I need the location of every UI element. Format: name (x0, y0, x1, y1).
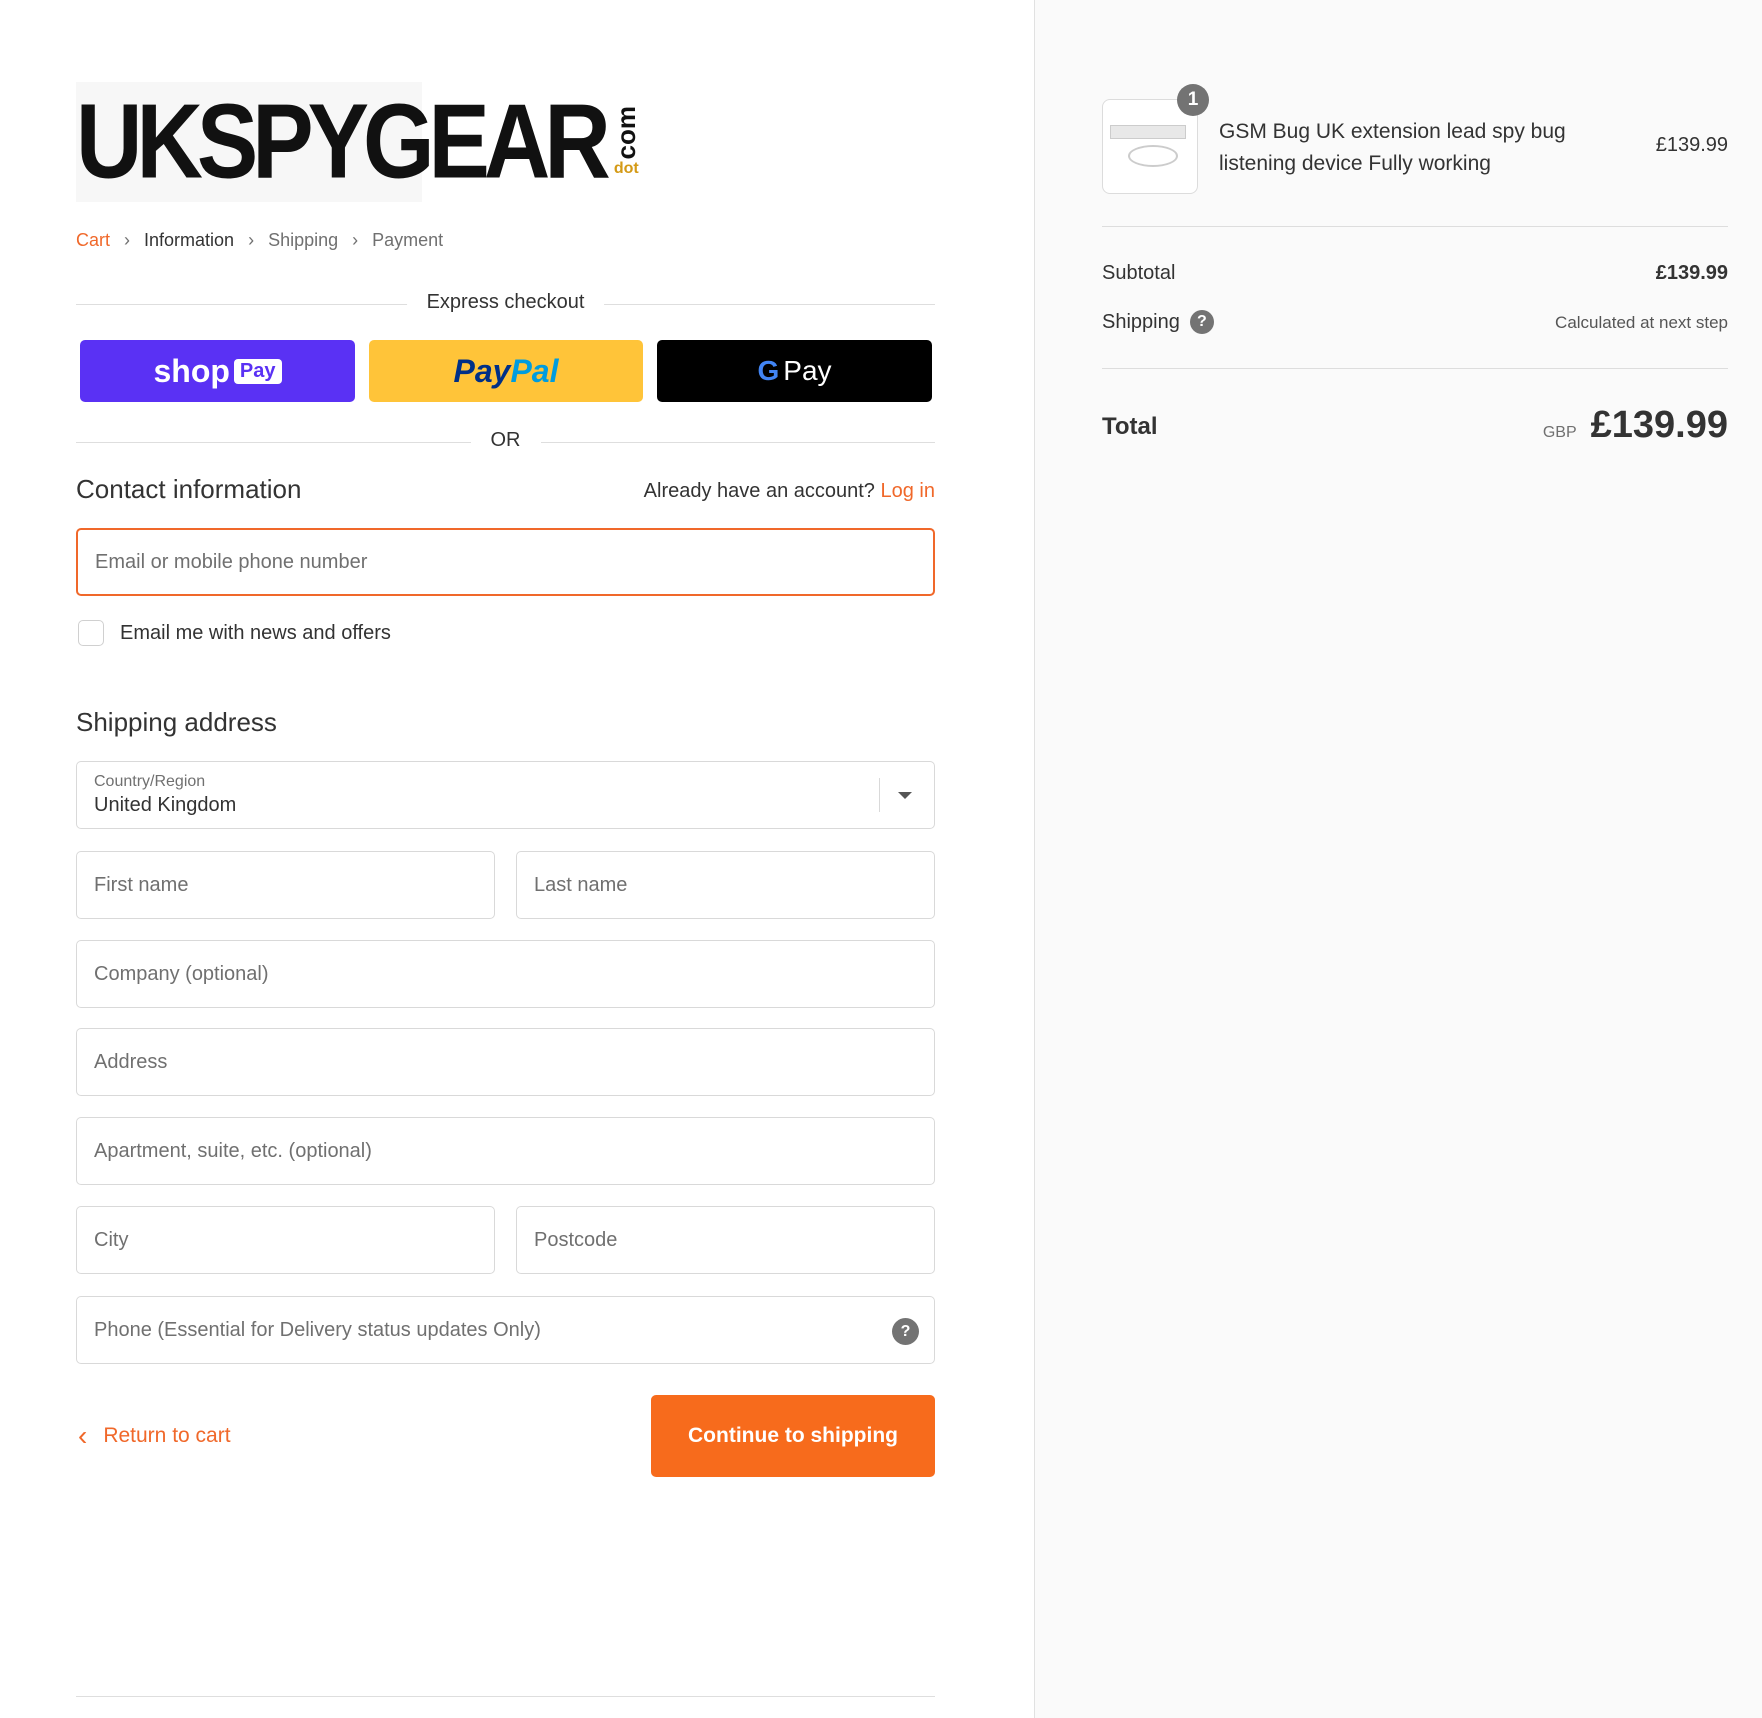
shipping-value: Calculated at next step (1555, 313, 1728, 332)
google-pay-label: Pay (783, 355, 832, 386)
product-price: £139.99 (1655, 134, 1728, 156)
return-to-cart-link[interactable]: ‹ Return to cart (78, 1420, 231, 1452)
total-label: Total (1102, 413, 1158, 440)
account-prompt: Already have an account? Log in (644, 480, 935, 503)
continue-to-shipping-button[interactable]: Continue to shipping (651, 1395, 935, 1477)
product-title: GSM Bug UK extension lead spy bug listen… (1219, 116, 1566, 180)
postcode-field[interactable]: Postcode (516, 1206, 935, 1274)
shipping-row: Shipping? (1102, 310, 1214, 334)
apartment-field[interactable]: Apartment, suite, etc. (optional) (76, 1117, 935, 1185)
postcode-placeholder: Postcode (534, 1228, 618, 1251)
express-divider: Express checkout (76, 291, 935, 314)
shipping-heading: Shipping address (76, 707, 277, 737)
currency-code: GBP (1542, 424, 1577, 441)
breadcrumb-information: Information (144, 230, 235, 250)
google-g-icon: G (757, 355, 780, 386)
help-icon[interactable]: ? (1189, 310, 1214, 334)
footer-divider (76, 1696, 935, 1697)
breadcrumb-cart[interactable]: Cart (76, 230, 110, 251)
product-title-line: GSM Bug UK extension lead spy bug (1219, 120, 1566, 143)
login-link[interactable]: Log in (881, 480, 936, 502)
product-thumbnail: 1 (1102, 84, 1209, 194)
chevron-left-icon: ‹ (78, 1420, 88, 1451)
account-prompt-text: Already have an account? (643, 480, 875, 502)
contact-heading: Contact information (76, 474, 302, 504)
breadcrumb-payment: Payment (372, 230, 444, 250)
address-field[interactable]: Address (76, 1028, 935, 1096)
google-pay-button[interactable]: G Pay (657, 340, 932, 402)
phone-placeholder: Phone (Essential for Delivery status upd… (94, 1318, 541, 1341)
order-summary: 1 GSM Bug UK extension lead spy bug list… (1034, 0, 1762, 1718)
help-icon[interactable]: ? (892, 1318, 919, 1345)
apartment-placeholder: Apartment, suite, etc. (optional) (94, 1139, 372, 1162)
total-row: GBP £139.99 (1543, 404, 1728, 447)
country-value: United Kingdom (94, 794, 237, 816)
shop-pay-logo: shop (153, 352, 230, 389)
subtotal-value: £139.99 (1655, 262, 1728, 284)
newsletter-label: Email me with news and offers (120, 621, 391, 644)
paypal-button[interactable]: Pay Pal (369, 340, 643, 402)
last-name-placeholder: Last name (534, 873, 628, 896)
city-placeholder: City (94, 1228, 129, 1251)
address-placeholder: Address (94, 1050, 168, 1073)
newsletter-checkbox[interactable] (78, 620, 104, 646)
company-field[interactable]: Company (optional) (76, 940, 935, 1008)
paypal-logo: Pal (510, 352, 559, 389)
or-divider: OR (76, 429, 935, 452)
breadcrumb-shipping: Shipping (268, 230, 339, 250)
chevron-right-icon: › (124, 230, 131, 250)
email-placeholder: Email or mobile phone number (95, 550, 368, 573)
extension-lead-image (1110, 125, 1186, 139)
or-label: OR (470, 429, 541, 452)
total-value: £139.99 (1590, 404, 1728, 446)
divider (1102, 226, 1728, 227)
newsletter-option[interactable]: Email me with news and offers (78, 620, 391, 646)
logo-text: UKSPYGEAR (76, 83, 611, 201)
last-name-field[interactable]: Last name (516, 851, 935, 919)
first-name-field[interactable]: First name (76, 851, 495, 919)
logo-suffix: com (610, 106, 641, 160)
email-field[interactable]: Email or mobile phone number (76, 528, 935, 596)
country-select[interactable]: Country/Region United Kingdom (76, 761, 935, 829)
chevron-right-icon: › (248, 230, 255, 250)
chevron-right-icon: › (352, 230, 359, 250)
shop-pay-badge: Pay (233, 358, 282, 384)
express-heading: Express checkout (406, 291, 605, 314)
company-placeholder: Company (optional) (94, 962, 269, 985)
country-label: Country/Region (94, 773, 206, 790)
shop-pay-button[interactable]: shop Pay (80, 340, 355, 402)
breadcrumb: Cart › Information › Shipping › Payment (76, 230, 443, 251)
quantity-badge: 1 (1177, 84, 1209, 116)
return-label: Return to cart (103, 1424, 231, 1447)
select-divider (879, 778, 880, 812)
subtotal-label: Subtotal (1102, 262, 1176, 284)
store-logo[interactable]: UKSPYGEAR com dot (76, 82, 641, 202)
first-name-placeholder: First name (94, 873, 189, 896)
product-title-line: listening device Fully working (1219, 152, 1491, 175)
divider (1102, 368, 1728, 369)
paypal-logo: Pay (453, 352, 511, 389)
cable-image (1128, 145, 1178, 167)
logo-dot: dot (613, 159, 639, 177)
chevron-down-icon (898, 792, 912, 799)
shipping-label: Shipping (1102, 310, 1180, 333)
phone-field[interactable]: Phone (Essential for Delivery status upd… (76, 1296, 935, 1364)
city-field[interactable]: City (76, 1206, 495, 1274)
